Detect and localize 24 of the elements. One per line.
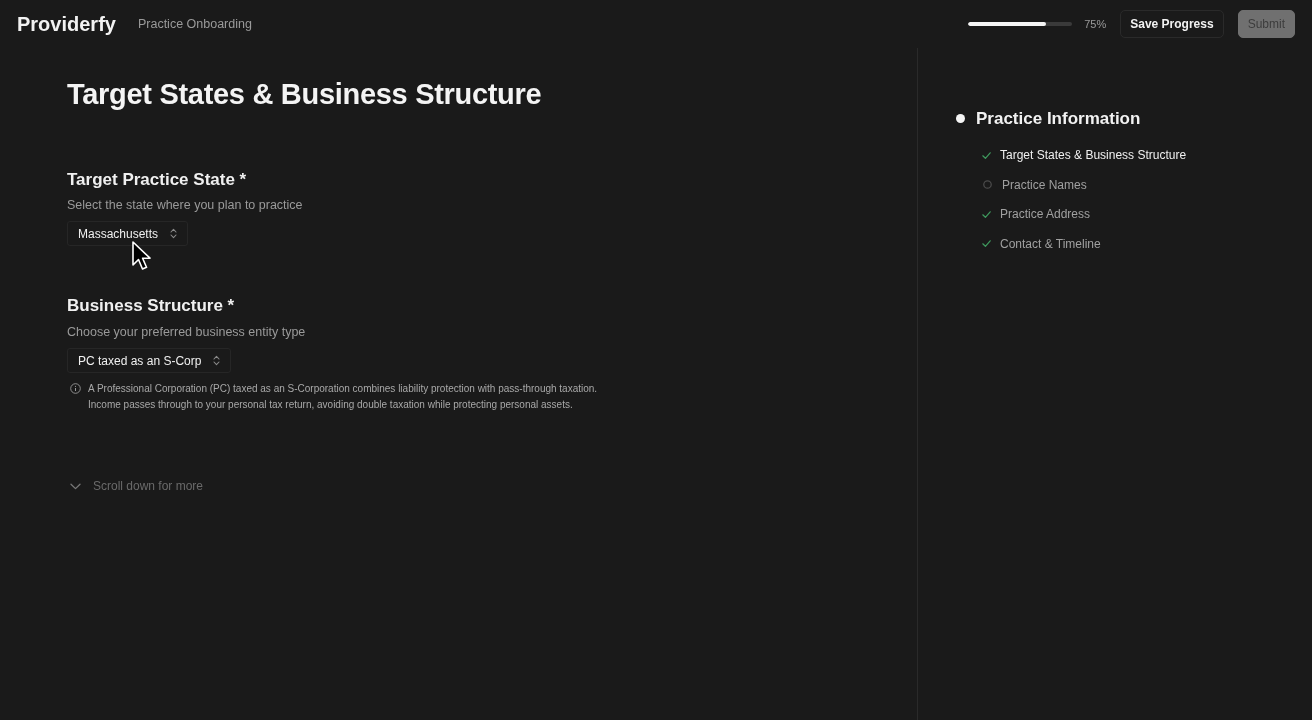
page-subtitle: Practice Onboarding [137, 15, 252, 33]
progress-percent: 75% [1084, 16, 1107, 32]
section-bullet-icon [956, 114, 965, 124]
brand-logo-text[interactable]: Providerfy [17, 9, 116, 39]
field-label: Business Structure * [67, 296, 236, 317]
page-title: Target States & Business Structure [67, 77, 543, 112]
chevron-updown-icon [170, 228, 178, 240]
sidebar-step[interactable]: Target States & Business Structure [1000, 146, 1187, 165]
select-dropdown[interactable]: Massachusetts [67, 221, 189, 247]
select-dropdown[interactable]: PC taxed as an S-Corp [67, 348, 232, 374]
field-description: Select the state where you plan to practice [67, 197, 304, 215]
field-description: Choose your preferred business entity type [67, 323, 307, 341]
mouse-pointer-icon [132, 241, 154, 272]
info-note: A Professional Corporation (PC) taxed as an S-Corporation combines liability protection with pass-through taxation. Income passes through to your personal tax return, avoiding double taxation while protecting personal assets. [88, 382, 599, 413]
sidebar-step[interactable]: Practice Names [1002, 175, 1087, 194]
sidebar-step[interactable]: Practice Address [1000, 205, 1091, 224]
scroll-hint: Scroll down for more [93, 478, 204, 496]
chevron-updown-icon [213, 355, 221, 367]
info-icon [70, 383, 81, 395]
sidebar-title: Practice Information [976, 108, 1141, 130]
save-progress-button[interactable]: Save Progress [1120, 10, 1224, 38]
field-label: Target Practice State * [67, 169, 248, 191]
sidebar-step[interactable]: Contact & Timeline [1000, 234, 1101, 253]
chevron-down-icon [70, 482, 81, 490]
